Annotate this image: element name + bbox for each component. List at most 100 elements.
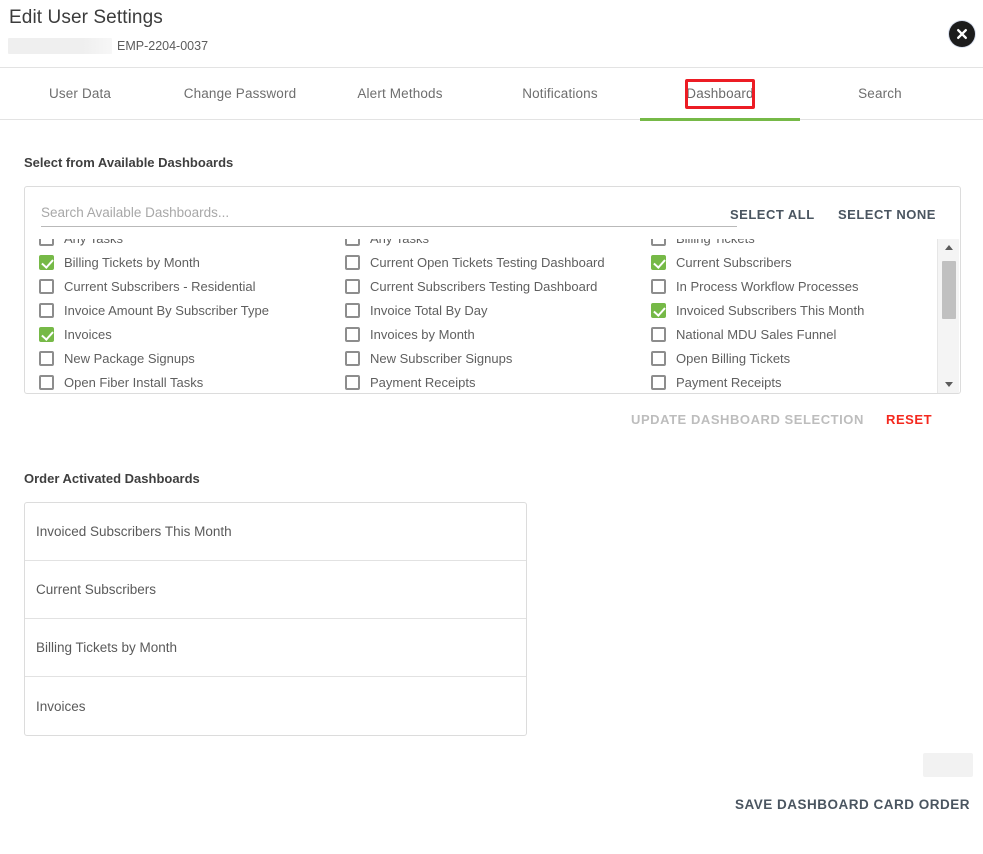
checkbox-unchecked-icon[interactable] (39, 350, 54, 366)
tab-label: Search (858, 85, 902, 101)
dashboard-checkbox-item[interactable]: Invoices (26, 322, 332, 346)
dashboard-checkbox-label: Invoices by Month (370, 326, 475, 342)
dashboard-checkbox-label: Any Tasks (370, 239, 429, 246)
checkbox-unchecked-icon[interactable] (345, 254, 360, 270)
dashboard-order-card-label: Invoices (36, 698, 86, 714)
close-icon (957, 29, 967, 39)
dashboard-checkbox-label: Open Fiber Install Tasks (64, 374, 204, 390)
scroll-down-arrow-icon[interactable] (938, 376, 960, 393)
search-input[interactable] (41, 201, 737, 227)
redacted-footer-block (923, 753, 973, 777)
page-title: Edit User Settings (9, 7, 163, 28)
dashboard-checkbox-label: Current Subscribers - Residential (64, 278, 256, 294)
tab-dashboard[interactable]: Dashboard (640, 68, 800, 121)
close-button[interactable] (949, 21, 975, 47)
select-all-button[interactable]: SELECT ALL (730, 207, 815, 222)
dashboard-checkbox-label: Payment Receipts (370, 374, 476, 390)
dashboard-checkbox-item[interactable]: Current Subscribers (638, 250, 938, 274)
dashboard-checkbox-item[interactable]: Open Billing Tickets (638, 346, 938, 370)
dashboard-checkbox-label: New Package Signups (64, 350, 195, 366)
dashboard-checkbox-label: Invoice Amount By Subscriber Type (64, 302, 269, 318)
dashboard-order-card[interactable]: Current Subscribers (25, 561, 526, 619)
reset-button[interactable]: RESET (886, 412, 932, 427)
dialog-header: Edit User Settings EMP-2204-0037 (0, 0, 983, 68)
dashboard-checkbox-item[interactable]: New Subscriber Signups (332, 346, 638, 370)
checkbox-unchecked-icon[interactable] (39, 302, 54, 318)
dashboard-checkbox-item[interactable]: New Package Signups (26, 346, 332, 370)
dashboard-order-card[interactable]: Invoiced Subscribers This Month (25, 503, 526, 561)
dashboard-checkbox-item[interactable]: Any Tasks (332, 239, 638, 250)
dashboard-checkbox-item[interactable]: Any Tasks (26, 239, 332, 250)
dashboard-checkbox-item[interactable]: Invoices by Month (332, 322, 638, 346)
dashboard-order-card-label: Billing Tickets by Month (36, 640, 178, 655)
dashboard-checkbox-item[interactable]: In Process Workflow Processes (638, 274, 938, 298)
list-scrollbar[interactable] (937, 239, 959, 393)
checkbox-unchecked-icon[interactable] (345, 350, 360, 366)
tab-label: User Data (48, 85, 112, 101)
checkbox-checked-icon[interactable] (39, 326, 54, 342)
dashboard-checkbox-item[interactable]: Billing Tickets by Month (26, 250, 332, 274)
scrollbar-thumb[interactable] (942, 261, 956, 319)
dashboard-checkbox-label: Open Billing Tickets (676, 350, 791, 366)
dashboard-checkbox-item[interactable]: Current Subscribers - Residential (26, 274, 332, 298)
dashboard-checkbox-item[interactable]: Billing Tickets (638, 239, 938, 250)
dashboard-order-card[interactable]: Billing Tickets by Month (25, 619, 526, 677)
tab-bar: User Data Change Password Alert Methods Not… (0, 68, 983, 121)
checkbox-unchecked-icon[interactable] (345, 326, 360, 342)
checkbox-checked-icon[interactable] (651, 302, 666, 318)
dashboard-checkbox-item[interactable]: Invoiced Subscribers This Month (638, 298, 938, 322)
order-activated-dashboards-panel: Invoiced Subscribers This Month Current S… (24, 502, 527, 736)
dashboard-checkbox-item[interactable]: Invoice Total By Day (332, 298, 638, 322)
redacted-user-name (8, 38, 112, 54)
dashboard-checkbox-label: Invoices (64, 326, 112, 342)
checkbox-unchecked-icon[interactable] (39, 239, 54, 246)
dashboard-checkbox-label: Billing Tickets by Month (64, 254, 200, 270)
dashboard-checkbox-label: In Process Workflow Processes (676, 278, 859, 294)
employee-id: EMP-2204-0037 (117, 39, 209, 53)
dashboard-order-card-label: Current Subscribers (36, 582, 157, 597)
select-none-button[interactable]: SELECT NONE (838, 207, 936, 222)
tab-search[interactable]: Search (800, 68, 960, 120)
checkbox-unchecked-icon[interactable] (345, 239, 360, 246)
dashboard-checkbox-label: National MDU Sales Funnel (676, 326, 837, 342)
tab-label: Notifications (522, 85, 598, 101)
tab-notifications[interactable]: Notifications (480, 68, 640, 120)
dashboard-checkbox-label: Payment Receipts (676, 374, 782, 390)
dashboard-checkbox-label: Invoiced Subscribers This Month (676, 302, 865, 318)
order-activated-dashboards-label: Order Activated Dashboards (24, 471, 200, 486)
checkbox-checked-icon[interactable] (651, 254, 666, 270)
dashboard-checkbox-item[interactable]: Open Fiber Install Tasks (26, 370, 332, 393)
checkbox-unchecked-icon[interactable] (651, 326, 666, 342)
checkbox-unchecked-icon[interactable] (651, 350, 666, 366)
dashboard-checkbox-item[interactable]: Current Open Tickets Testing Dashboard (332, 250, 638, 274)
dashboard-checkbox-item[interactable]: Payment Receipts (332, 370, 638, 393)
dashboard-checkbox-label: Billing Tickets (676, 239, 755, 246)
dashboard-checkbox-label: Invoice Total By Day (370, 302, 488, 318)
dashboard-checkbox-item[interactable]: Invoice Amount By Subscriber Type (26, 298, 332, 322)
checkbox-unchecked-icon[interactable] (345, 374, 360, 390)
dashboard-order-card[interactable]: Invoices (25, 677, 526, 735)
active-tab-underline (640, 117, 800, 121)
dashboard-checkbox-label: Current Subscribers (676, 254, 792, 270)
checkbox-unchecked-icon[interactable] (39, 278, 54, 294)
dashboard-checkbox-item[interactable]: National MDU Sales Funnel (638, 322, 938, 346)
checkbox-unchecked-icon[interactable] (651, 374, 666, 390)
tab-alert-methods[interactable]: Alert Methods (320, 68, 480, 120)
dashboard-checkbox-item[interactable]: Payment Receipts (638, 370, 938, 393)
dashboard-checkbox-label: Current Subscribers Testing Dashboard (370, 278, 598, 294)
checkbox-unchecked-icon[interactable] (345, 302, 360, 318)
save-dashboard-card-order-button[interactable]: SAVE DASHBOARD CARD ORDER (735, 797, 970, 812)
checkbox-unchecked-icon[interactable] (345, 278, 360, 294)
tab-user-data[interactable]: User Data (0, 68, 160, 120)
scroll-up-arrow-icon[interactable] (938, 239, 960, 256)
tab-change-password[interactable]: Change Password (160, 68, 320, 120)
checkbox-unchecked-icon[interactable] (651, 278, 666, 294)
dashboard-checkbox-label: New Subscriber Signups (370, 350, 513, 366)
checkbox-checked-icon[interactable] (39, 254, 54, 270)
search-row: SELECT ALL SELECT NONE (25, 187, 960, 239)
checkbox-unchecked-icon[interactable] (651, 239, 666, 246)
update-dashboard-selection-button[interactable]: UPDATE DASHBOARD SELECTION (631, 412, 864, 427)
checkbox-unchecked-icon[interactable] (39, 374, 54, 390)
dashboard-checkbox-item[interactable]: Current Subscribers Testing Dashboard (332, 274, 638, 298)
tab-label: Dashboard (686, 85, 754, 101)
